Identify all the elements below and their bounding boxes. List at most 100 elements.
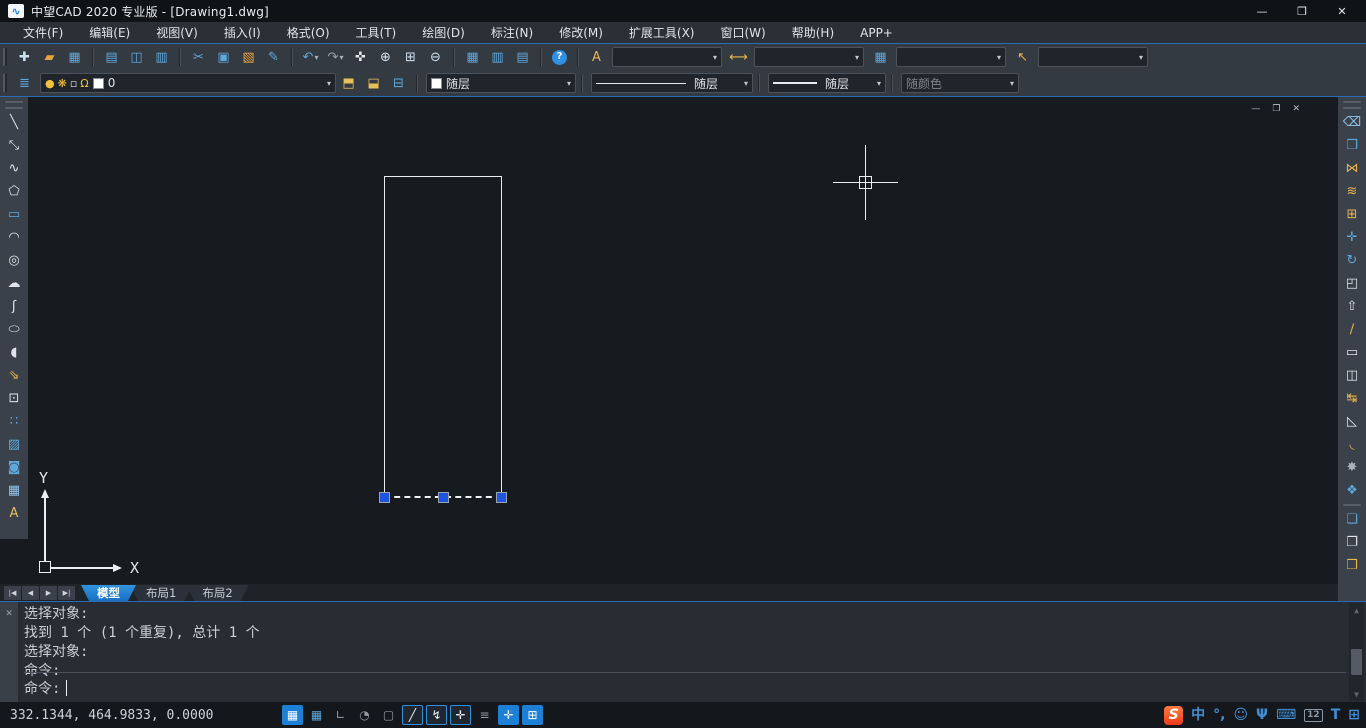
- chinese-mode-icon[interactable]: 中: [1191, 708, 1205, 722]
- scroll-down-icon[interactable]: ▼: [1354, 687, 1359, 701]
- ellipse-icon[interactable]: ⬭: [2, 318, 26, 341]
- draw-order-icon[interactable]: ❒: [1340, 554, 1364, 577]
- menu-item[interactable]: APP+: [847, 24, 906, 42]
- rotate-icon[interactable]: ↻: [1340, 249, 1364, 272]
- menu-item[interactable]: 修改(M): [546, 22, 616, 43]
- command-input[interactable]: 命令:: [24, 672, 1346, 698]
- redo-icon[interactable]: ↷▾: [324, 46, 347, 68]
- toolbar-grip[interactable]: [1343, 107, 1361, 109]
- doc-close-button[interactable]: ✕: [1292, 105, 1300, 114]
- last-tab-button[interactable]: ▶|: [58, 586, 75, 600]
- properties-palette-icon[interactable]: ▤: [511, 46, 534, 68]
- style-icon[interactable]: ↖: [1011, 46, 1034, 68]
- fillet-icon[interactable]: ◟: [1340, 433, 1364, 456]
- menu-item[interactable]: 扩展工具(X): [616, 22, 708, 43]
- cut-icon[interactable]: ✂: [187, 46, 210, 68]
- close-button[interactable]: ✕: [1322, 1, 1362, 21]
- hatch-icon[interactable]: ▨: [2, 433, 26, 456]
- toolbar-grip[interactable]: [1343, 504, 1361, 506]
- block-editor-icon[interactable]: ❖: [1340, 479, 1364, 502]
- copy-clip-icon[interactable]: ▣: [212, 46, 235, 68]
- scroll-up-icon[interactable]: ▲: [1354, 603, 1359, 617]
- sogou-input-icon[interactable]: S: [1164, 706, 1183, 725]
- print-icon[interactable]: ▤: [100, 46, 123, 68]
- doc-minimize-button[interactable]: —: [1251, 105, 1260, 114]
- construction-line-icon[interactable]: ⤡: [2, 134, 26, 157]
- zoom-window-icon[interactable]: ⊞: [399, 46, 422, 68]
- toolbar-grip[interactable]: [3, 74, 7, 92]
- scrollbar-thumb[interactable]: [1351, 649, 1362, 675]
- style-select[interactable]: ▾: [1038, 47, 1148, 67]
- object-snap-toggle[interactable]: ╱: [402, 705, 423, 725]
- revision-cloud-icon[interactable]: ☁: [2, 272, 26, 295]
- copy-icon[interactable]: ❐: [1340, 134, 1364, 157]
- spline-icon[interactable]: ʃ: [2, 295, 26, 318]
- dynamic-input-toggle[interactable]: ✛: [450, 705, 471, 725]
- arc-icon[interactable]: ◠: [2, 226, 26, 249]
- style-select[interactable]: ▾: [612, 47, 722, 67]
- trim-icon[interactable]: ∕: [1340, 318, 1364, 341]
- erase-icon[interactable]: ⌫: [1340, 111, 1364, 134]
- mirror-icon[interactable]: ⋈: [1340, 157, 1364, 180]
- table-icon[interactable]: ▦: [2, 479, 26, 502]
- rectangle-left-edge[interactable]: [384, 176, 385, 492]
- quick-properties-toggle[interactable]: ⊞: [522, 705, 543, 725]
- login-12-icon[interactable]: 12: [1304, 709, 1323, 722]
- style-icon[interactable]: ⟷: [727, 46, 750, 68]
- ortho-mode-toggle[interactable]: ∟: [330, 705, 351, 725]
- polyline-icon[interactable]: ∿: [2, 157, 26, 180]
- menu-item[interactable]: 绘图(D): [409, 22, 478, 43]
- tool-palettes-icon[interactable]: ▥: [486, 46, 509, 68]
- tab-model[interactable]: 模型: [81, 585, 136, 601]
- layer-select[interactable]: ●❋▫Ω 0 ▾: [40, 73, 336, 93]
- mtext-icon[interactable]: A: [2, 502, 26, 525]
- plot-icon[interactable]: ▥: [150, 46, 173, 68]
- undo-icon[interactable]: ↶▾: [299, 46, 322, 68]
- grip-midpoint[interactable]: [438, 492, 449, 503]
- layer-states-button[interactable]: ⊟: [387, 72, 410, 94]
- voice-input-icon[interactable]: Ψ: [1256, 708, 1268, 722]
- gradient-icon[interactable]: ◙: [2, 456, 26, 479]
- extend-icon[interactable]: ▭: [1340, 341, 1364, 364]
- minimize-button[interactable]: —: [1242, 1, 1282, 21]
- polar-tracking-toggle[interactable]: ◔: [354, 705, 375, 725]
- help-icon[interactable]: ?: [548, 46, 571, 68]
- tab-layout1[interactable]: 布局1: [130, 585, 192, 601]
- print-preview-icon[interactable]: ◫: [125, 46, 148, 68]
- prev-tab-button[interactable]: ◀: [22, 586, 39, 600]
- annotation-visibility-toggle[interactable]: ▢: [378, 705, 399, 725]
- next-tab-button[interactable]: ▶: [40, 586, 57, 600]
- menu-item[interactable]: 文件(F): [10, 22, 76, 43]
- style-select[interactable]: ▾: [754, 47, 864, 67]
- doc-restore-button[interactable]: ❐: [1272, 105, 1280, 114]
- designcenter-icon[interactable]: ▦: [461, 46, 484, 68]
- command-scrollbar[interactable]: ▲ ▼: [1349, 603, 1364, 701]
- rectangle-icon[interactable]: ▭: [2, 203, 26, 226]
- paste-icon[interactable]: ▧: [237, 46, 260, 68]
- snap-mode-toggle[interactable]: ▦: [306, 705, 327, 725]
- scale-icon[interactable]: ◰: [1340, 272, 1364, 295]
- layer-manager-button[interactable]: ≣: [13, 72, 36, 94]
- punctuation-icon[interactable]: °,: [1213, 708, 1225, 722]
- color-select[interactable]: 随层 ▾: [426, 73, 576, 93]
- grid-display-toggle[interactable]: ▦: [282, 705, 303, 725]
- grip-endpoint-left[interactable]: [379, 492, 390, 503]
- match-properties-icon[interactable]: ✎: [262, 46, 285, 68]
- soft-keyboard-icon[interactable]: ⌨: [1276, 708, 1296, 722]
- scrollbar-track[interactable]: [1349, 617, 1364, 687]
- stretch-icon[interactable]: ⇧: [1340, 295, 1364, 318]
- style-icon[interactable]: A: [585, 46, 608, 68]
- first-tab-button[interactable]: |◀: [4, 586, 21, 600]
- pan-icon[interactable]: ✜: [349, 46, 372, 68]
- chamfer-icon[interactable]: ◺: [1340, 410, 1364, 433]
- offset-icon[interactable]: ≋: [1340, 180, 1364, 203]
- move-icon[interactable]: ✛: [1340, 226, 1364, 249]
- explode-icon[interactable]: ✸: [1340, 456, 1364, 479]
- style-icon[interactable]: ▦: [869, 46, 892, 68]
- send-to-back-icon[interactable]: ❐: [1340, 531, 1364, 554]
- make-block-icon[interactable]: ⊡: [2, 387, 26, 410]
- lineweight-select[interactable]: 随层 ▾: [768, 73, 886, 93]
- menu-item[interactable]: 标注(N): [478, 22, 546, 43]
- style-select[interactable]: ▾: [896, 47, 1006, 67]
- menu-item[interactable]: 帮助(H): [779, 22, 847, 43]
